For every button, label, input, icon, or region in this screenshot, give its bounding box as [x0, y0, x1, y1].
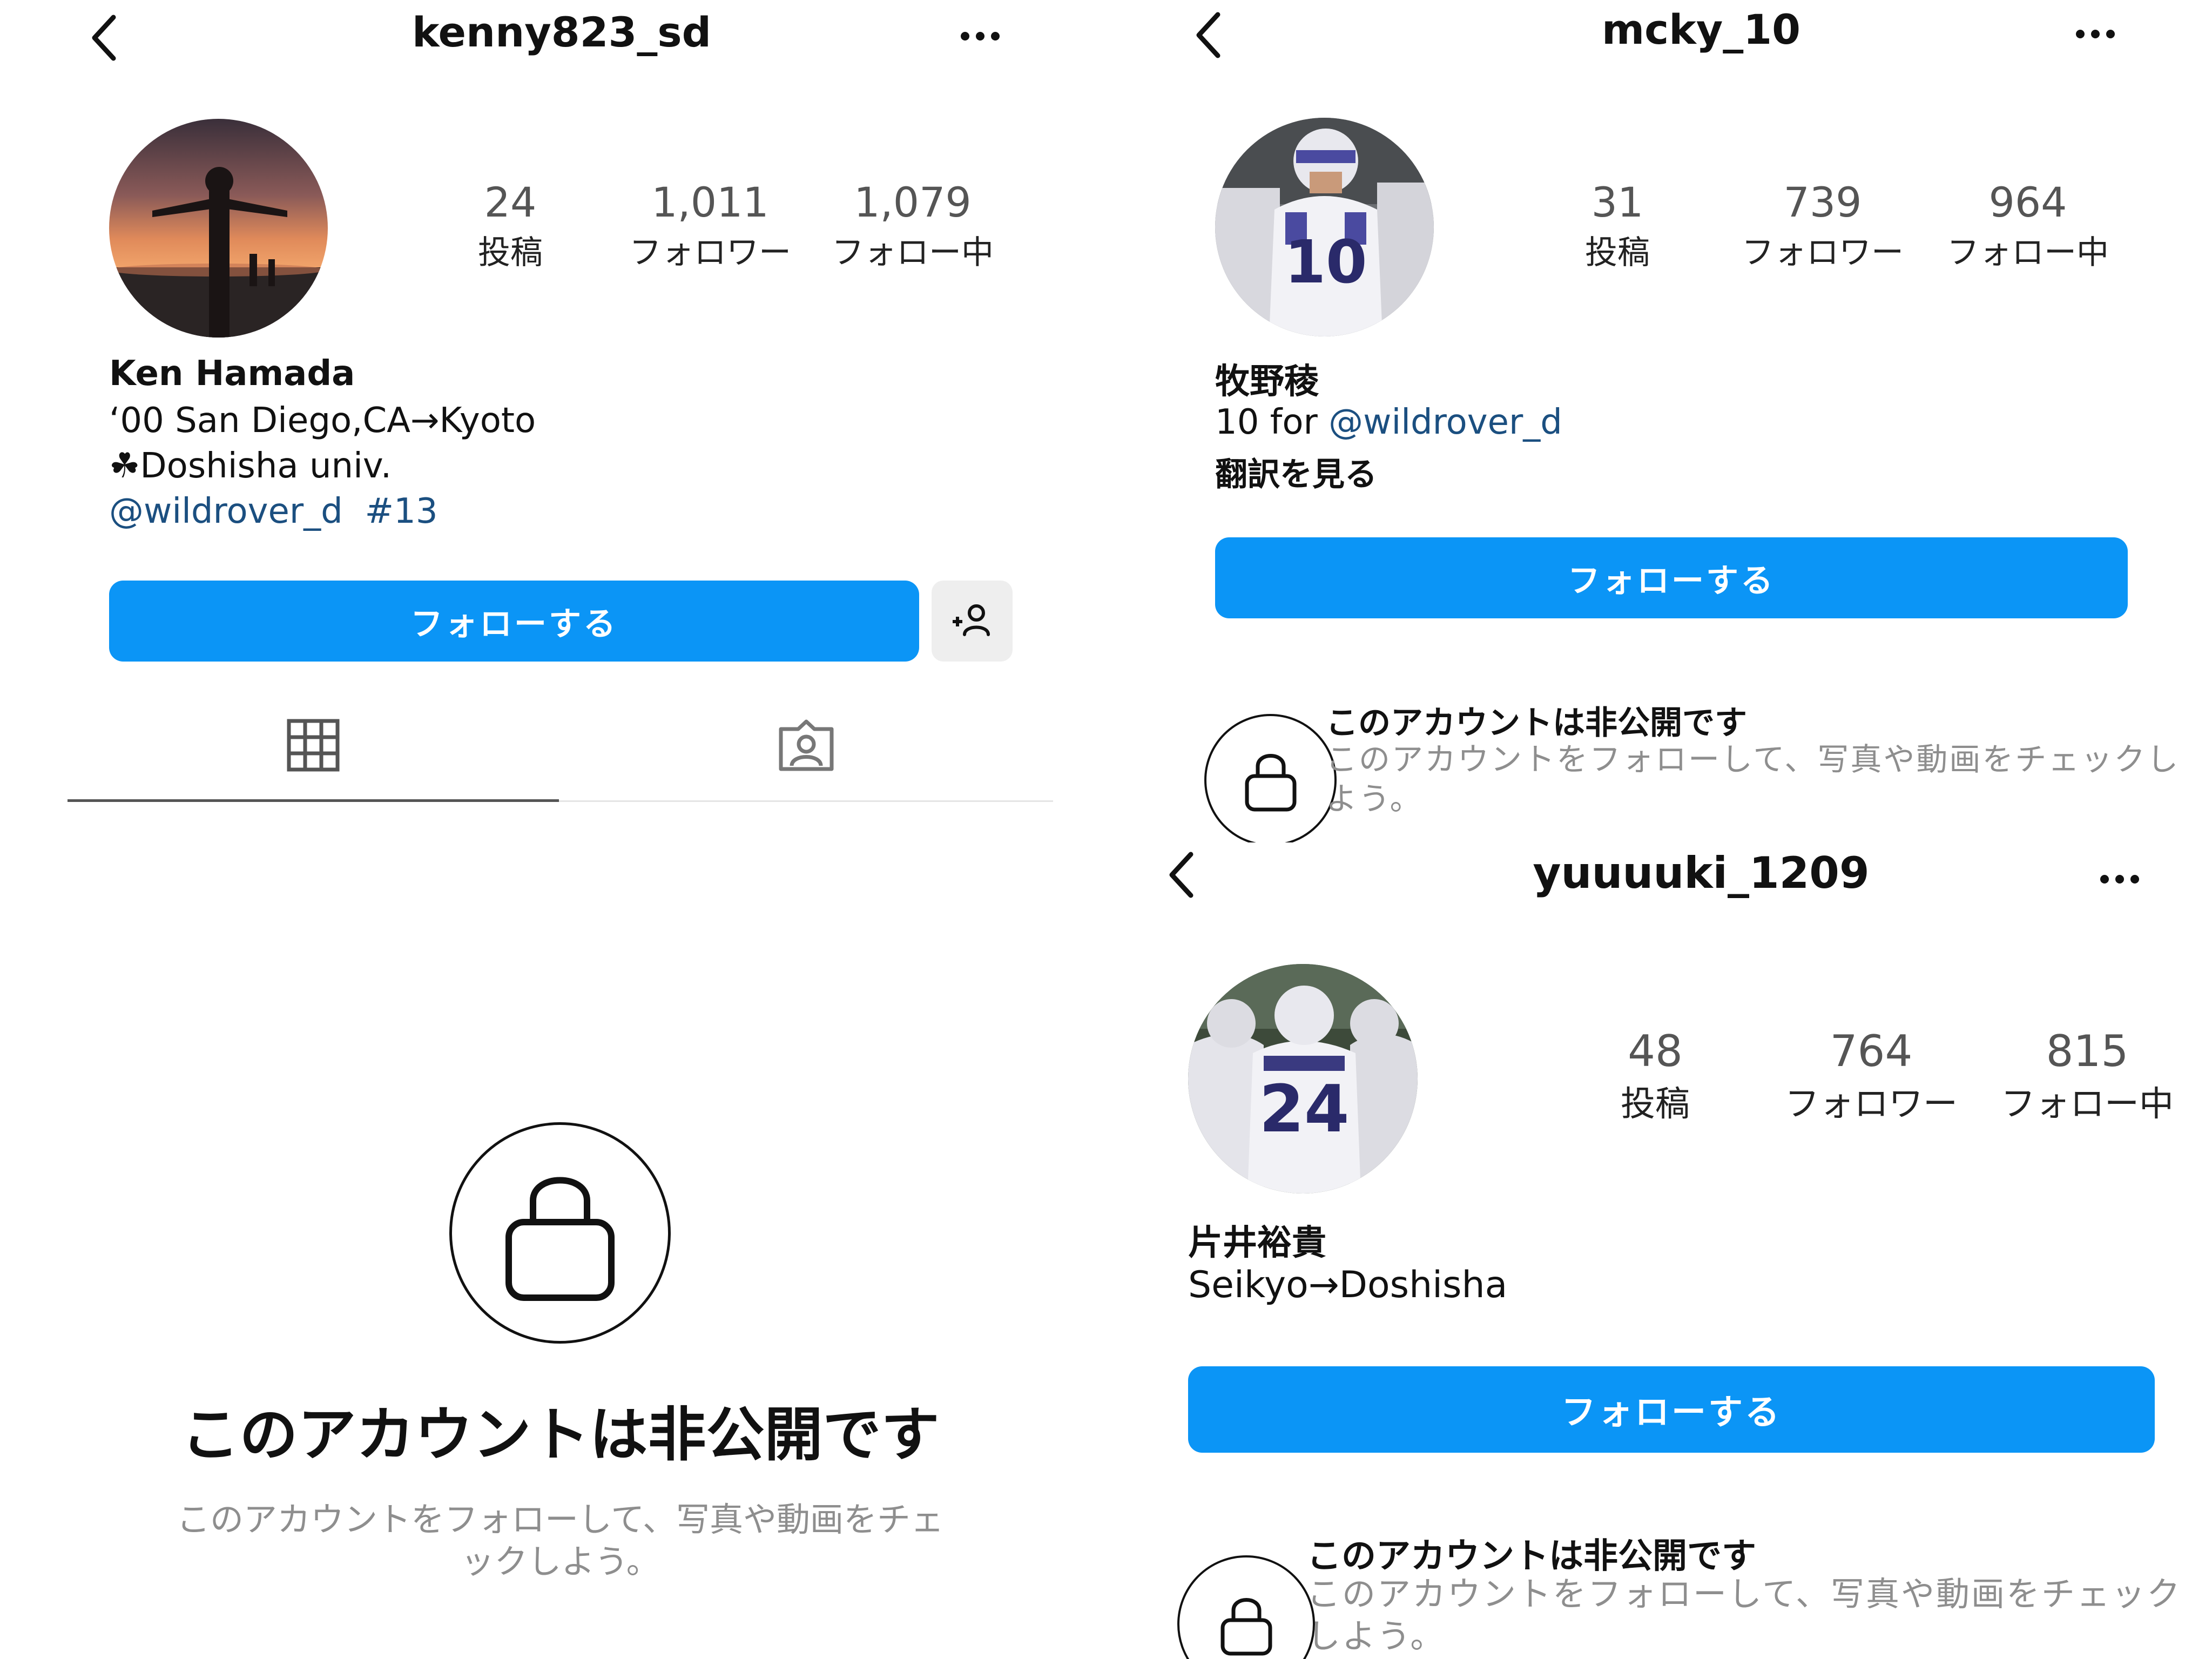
private-account-title: このアカウントは非公開です: [1326, 704, 1747, 742]
follow-button[interactable]: フォローする: [1215, 537, 2128, 618]
see-translation-link[interactable]: 翻訳を見る: [1215, 448, 1377, 495]
lock-icon: [1245, 753, 1296, 811]
profile-panel-kenny: kenny823_sd 24 投稿 1,011 フォロワー 1,079 フォロー…: [0, 0, 1102, 1659]
follow-button[interactable]: フォローする: [1188, 1366, 2155, 1453]
private-account-title: このアカウントは非公開です: [181, 1401, 940, 1469]
profile-username: yuuuuki_1209: [1533, 848, 1870, 898]
back-arrow-icon[interactable]: [1166, 848, 1199, 902]
posts-count[interactable]: 24 投稿: [443, 178, 578, 273]
more-options-icon[interactable]: [2098, 871, 2141, 887]
lock-badge: [1204, 714, 1337, 842]
back-arrow-icon[interactable]: [1193, 8, 1226, 62]
profile-username: mcky_10: [1601, 5, 1801, 53]
avatar[interactable]: 24: [1188, 964, 1418, 1193]
display-name: Ken Hamada: [109, 354, 355, 394]
followers-count[interactable]: 1,011 フォロワー: [621, 178, 799, 273]
stat-value: 739: [1783, 178, 1862, 226]
profile-username: kenny823_sd: [412, 8, 712, 56]
bio-links: @wildrover_d #13: [109, 491, 438, 531]
stat-value: 764: [1830, 1026, 1913, 1076]
stat-value: 31: [1591, 178, 1644, 226]
stat-label: 投稿: [478, 234, 543, 272]
stat-label: 投稿: [1585, 234, 1650, 272]
posts-count[interactable]: 48 投稿: [1588, 1026, 1723, 1126]
bio-line: ‘00 San Diego,CA→Kyoto: [109, 401, 536, 441]
private-account-title: このアカウントは非公開です: [1307, 1536, 1756, 1576]
stat-label: フォロー中: [2001, 1084, 2174, 1124]
following-count[interactable]: 1,079 フォロー中: [826, 178, 999, 273]
following-count[interactable]: 964 フォロー中: [1939, 178, 2117, 273]
avatar[interactable]: [109, 119, 328, 338]
followers-count[interactable]: 764 フォロワー: [1779, 1026, 1963, 1126]
tab-grid[interactable]: [68, 702, 559, 802]
stat-label: フォロワー: [1785, 1084, 1958, 1124]
stat-label: 投稿: [1621, 1084, 1690, 1124]
bio-line: ☘Doshisha univ.: [109, 446, 392, 486]
bio-line: 10 for @wildrover_d: [1215, 402, 1562, 442]
stat-label: フォロワー: [629, 234, 791, 272]
more-options-icon[interactable]: [2074, 26, 2117, 42]
posts-count[interactable]: 31 投稿: [1550, 178, 1685, 273]
avatar[interactable]: 10: [1215, 118, 1434, 336]
stat-value: 48: [1628, 1026, 1683, 1076]
stat-label: フォロー中: [832, 234, 994, 272]
grid-icon: [287, 719, 340, 772]
stat-value: 815: [2046, 1026, 2129, 1076]
more-options-icon[interactable]: [959, 28, 1002, 44]
display-name: 牧野稜: [1215, 362, 1319, 402]
stat-value: 1,079: [854, 178, 972, 226]
bio-text: 10 for: [1215, 402, 1329, 442]
profile-panel-yuuuuki: yuuuuki_1209 24 48 投稿 764 フォロワー 815 フォロー…: [1134, 845, 2212, 1659]
private-account-description: このアカウントをフォローして、写真や動画をチェックしよう。: [1326, 741, 2180, 817]
suggested-users-button[interactable]: [932, 581, 1013, 662]
stat-value: 964: [1988, 178, 2067, 226]
lock-icon: [1220, 1597, 1272, 1655]
follow-button[interactable]: フォローする: [109, 581, 919, 662]
stat-value: 1,011: [651, 178, 769, 226]
svg-text:10: 10: [1284, 227, 1367, 296]
svg-text:24: 24: [1259, 1072, 1350, 1147]
following-count[interactable]: 815 フォロー中: [1995, 1026, 2179, 1126]
tab-tagged[interactable]: [559, 702, 1053, 802]
mention-link[interactable]: @wildrover_d: [109, 491, 343, 531]
profile-panel-mcky: mcky_10 10 31 投稿 739 フォロワー 964 フォロー中 牧野稜: [1134, 0, 2212, 842]
add-person-icon: [953, 604, 990, 636]
stat-label: フォロワー: [1742, 234, 1904, 272]
stat-label: フォロー中: [1947, 234, 2109, 272]
mention-link[interactable]: @wildrover_d: [1328, 402, 1562, 442]
back-arrow-icon[interactable]: [89, 11, 122, 65]
stat-value: 24: [484, 178, 537, 226]
tagged-icon: [779, 719, 833, 771]
bio-line: Seikyo→Doshisha: [1188, 1264, 1508, 1306]
lock-badge: [449, 1122, 671, 1344]
private-account-description: このアカウントをフォローして、写真や動画をチェックしよう。: [176, 1500, 945, 1581]
display-name: 片井裕貴: [1188, 1223, 1326, 1263]
lock-icon: [505, 1177, 615, 1301]
hashtag-link[interactable]: #13: [365, 491, 437, 531]
private-account-description: このアカウントをフォローして、写真や動画をチェックしよう。: [1307, 1574, 2182, 1656]
followers-count[interactable]: 739 フォロワー: [1734, 178, 1912, 273]
lock-badge: [1177, 1555, 1315, 1659]
